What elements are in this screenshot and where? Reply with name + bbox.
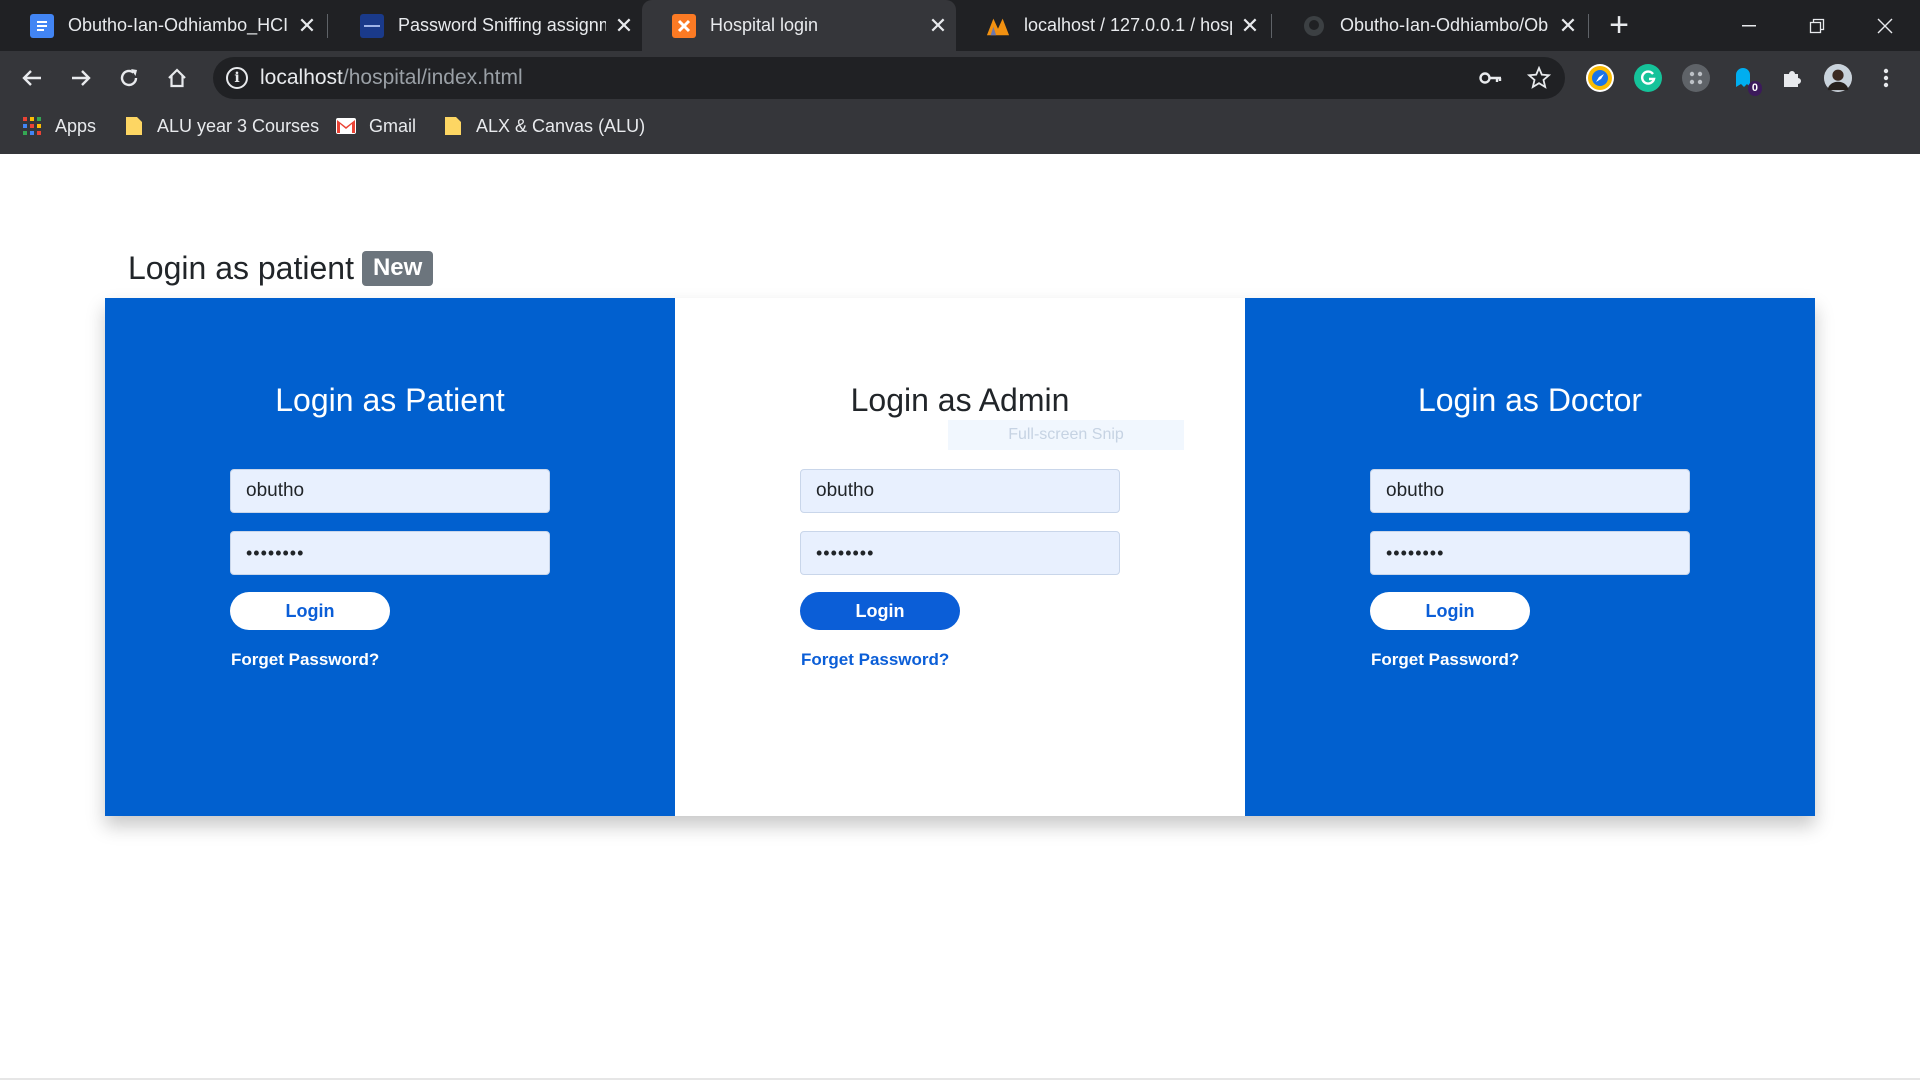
- forgot-password-link[interactable]: Forget Password?: [801, 650, 949, 670]
- folder-icon: [443, 116, 463, 136]
- url-path: /hospital/index.html: [342, 66, 523, 89]
- forgot-password-link[interactable]: Forget Password?: [231, 650, 379, 670]
- browser-toolbar: i localhost/hospital/index.html 0: [0, 51, 1920, 106]
- username-input[interactable]: obutho: [230, 469, 550, 513]
- password-input[interactable]: ••••••••: [800, 531, 1120, 575]
- doctor-login-card: Login as Doctor obutho •••••••• Login Fo…: [1245, 298, 1815, 816]
- reload-icon[interactable]: [110, 59, 148, 97]
- folder-icon: [124, 116, 144, 136]
- restore-icon[interactable]: [1782, 0, 1852, 51]
- bookmark-label: ALU year 3 Courses: [157, 115, 320, 136]
- profile-avatar[interactable]: [1824, 64, 1852, 92]
- tab-github[interactable]: Obutho-Ian-Odhiambo/Ob ✕: [1272, 0, 1586, 51]
- card-title: Login as Doctor: [1417, 382, 1643, 418]
- password-input[interactable]: ••••••••: [230, 531, 550, 575]
- key-icon[interactable]: [1479, 66, 1503, 90]
- password-input[interactable]: ••••••••: [1370, 531, 1690, 575]
- phpmyadmin-icon: [986, 14, 1010, 38]
- tab-title: localhost / 127.0.0.1 / hospital: [1024, 15, 1232, 35]
- snip-overlay: Full-screen Snip: [948, 420, 1184, 450]
- bookmarks-bar: Apps ALU year 3 Courses Gmail ALX & Canv…: [0, 106, 1920, 154]
- url-host: localhost: [260, 66, 343, 89]
- patient-login-card: Login as Patient obutho •••••••• Login F…: [105, 298, 675, 816]
- apps-grid-icon: [22, 116, 42, 136]
- minimize-icon[interactable]: [1714, 0, 1784, 51]
- close-icon[interactable]: ✕: [606, 13, 642, 39]
- page-title: Login as patient: [128, 250, 354, 286]
- extension-dots-icon[interactable]: [1682, 64, 1710, 92]
- tab-separator: [327, 14, 328, 38]
- admin-login-card: Login as Admin obutho •••••••• Login For…: [675, 298, 1245, 816]
- address-bar[interactable]: i localhost/hospital/index.html: [213, 57, 1565, 99]
- close-icon[interactable]: ✕: [1232, 13, 1268, 39]
- url-text[interactable]: localhost/hospital/index.html: [260, 66, 523, 90]
- site-info-icon[interactable]: i: [226, 67, 248, 89]
- forgot-password-link[interactable]: Forget Password?: [1371, 650, 1519, 670]
- tab-password-sniffing[interactable]: Password Sniffing assignment ✕: [330, 0, 642, 51]
- tab-google-docs[interactable]: Obutho-Ian-Odhiambo_HCI ✕: [0, 0, 325, 51]
- bookmark-label: Gmail: [369, 115, 417, 136]
- xampp-icon: [672, 13, 696, 38]
- close-icon[interactable]: ✕: [289, 13, 325, 39]
- extension-badge: 0: [1747, 81, 1762, 96]
- card-title: Login as Admin: [850, 382, 1070, 418]
- compass-extension-icon[interactable]: [1586, 64, 1614, 92]
- forward-icon[interactable]: [62, 59, 100, 97]
- close-icon[interactable]: ✕: [1550, 13, 1586, 39]
- login-button[interactable]: Login: [230, 592, 390, 630]
- home-icon[interactable]: [158, 59, 196, 97]
- tab-strip: Obutho-Ian-Odhiambo_HCI ✕ Password Sniff…: [0, 0, 1920, 51]
- tab-separator: [1588, 14, 1589, 38]
- google-docs-icon: [30, 13, 54, 38]
- card-title: Login as Patient: [275, 382, 505, 418]
- new-badge: New: [361, 251, 434, 286]
- bookmark-alu-courses[interactable]: ALU year 3 Courses: [124, 106, 319, 146]
- more-menu-icon[interactable]: [1867, 59, 1905, 97]
- bookmark-star-icon[interactable]: [1527, 66, 1551, 90]
- tab-title: Password Sniffing assignment: [398, 15, 606, 35]
- document-icon: [360, 13, 384, 38]
- grammarly-icon[interactable]: [1634, 64, 1662, 92]
- tab-phpmyadmin[interactable]: localhost / 127.0.0.1 / hospital ✕: [956, 0, 1268, 51]
- bookmark-label: ALX & Canvas (ALU): [476, 115, 646, 136]
- login-button[interactable]: Login: [1370, 592, 1530, 630]
- bookmark-label: Apps: [55, 115, 97, 136]
- bookmark-apps[interactable]: Apps: [22, 106, 96, 146]
- page-heading: Login as patient New: [128, 250, 434, 287]
- window-close-icon[interactable]: [1850, 0, 1920, 51]
- new-tab-button[interactable]: +: [1604, 0, 1634, 51]
- tab-hospital-login[interactable]: Hospital login ✕: [642, 0, 956, 51]
- username-input[interactable]: obutho: [1370, 469, 1690, 513]
- bookmark-gmail[interactable]: Gmail: [336, 106, 416, 146]
- gmail-icon: [336, 116, 356, 136]
- back-icon[interactable]: [13, 59, 51, 97]
- close-icon[interactable]: ✕: [920, 13, 956, 39]
- extensions-puzzle-icon[interactable]: [1778, 64, 1806, 92]
- github-icon: [1302, 14, 1326, 38]
- tab-title: Obutho-Ian-Odhiambo/Ob: [1340, 15, 1549, 35]
- tab-title: Obutho-Ian-Odhiambo_HCI: [68, 15, 289, 35]
- tab-title: Hospital login: [710, 15, 819, 35]
- login-cards: Login as Patient obutho •••••••• Login F…: [105, 298, 1815, 816]
- username-input[interactable]: obutho: [800, 469, 1120, 513]
- login-button[interactable]: Login: [800, 592, 960, 630]
- bookmark-alx-canvas[interactable]: ALX & Canvas (ALU): [443, 106, 645, 146]
- ghostery-extension-icon[interactable]: 0: [1730, 64, 1762, 96]
